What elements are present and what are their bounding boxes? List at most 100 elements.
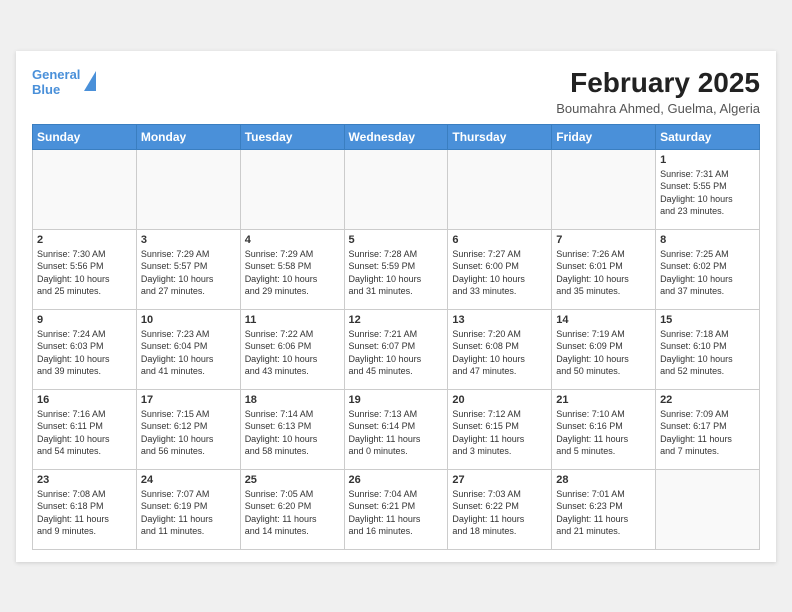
day-cell — [344, 149, 448, 229]
day-cell: 18 Sunrise: 7:14 AM Sunset: 6:13 PM Dayli… — [240, 389, 344, 469]
day-number: 28 — [556, 474, 651, 486]
day-number: 9 — [37, 314, 132, 326]
day-info: Sunrise: 7:25 AM Sunset: 6:02 PM Dayligh… — [660, 248, 755, 298]
day-info: Sunrise: 7:29 AM Sunset: 5:58 PM Dayligh… — [245, 248, 340, 298]
week-row-3: 16Sunrise: 7:16 AM Sunset: 6:11 PM Dayli… — [33, 389, 760, 469]
calendar-subtitle: Boumahra Ahmed, Guelma, Algeria — [556, 101, 760, 116]
day-cell: 28 Sunrise: 7:01 AM Sunset: 6:23 PM Dayli… — [552, 469, 656, 549]
day-cell: 15 Sunrise: 7:18 AM Sunset: 6:10 PM Dayli… — [656, 309, 760, 389]
day-cell: 26 Sunrise: 7:04 AM Sunset: 6:21 PM Dayli… — [344, 469, 448, 549]
day-info: Sunrise: 7:28 AM Sunset: 5:59 PM Dayligh… — [349, 248, 444, 298]
calendar-grid: SundayMondayTuesdayWednesdayThursdayFrid… — [32, 124, 760, 550]
day-cell: 16Sunrise: 7:16 AM Sunset: 6:11 PM Dayli… — [33, 389, 137, 469]
day-info: Sunrise: 7:07 AM Sunset: 6:19 PM Dayligh… — [141, 488, 236, 538]
day-number: 7 — [556, 234, 651, 246]
day-cell: 2 Sunrise: 7:30 AM Sunset: 5:56 PM Daylig… — [33, 229, 137, 309]
day-info: Sunrise: 7:01 AM Sunset: 6:23 PM Dayligh… — [556, 488, 651, 538]
day-info: Sunrise: 7:04 AM Sunset: 6:21 PM Dayligh… — [349, 488, 444, 538]
day-info: Sunrise: 7:31 AM Sunset: 5:55 PM Dayligh… — [660, 168, 755, 218]
day-number: 14 — [556, 314, 651, 326]
day-cell: 23 Sunrise: 7:08 AM Sunset: 6:18 PM Dayli… — [33, 469, 137, 549]
day-cell: 21 Sunrise: 7:10 AM Sunset: 6:16 PM Dayli… — [552, 389, 656, 469]
day-info: Sunrise: 7:14 AM Sunset: 6:13 PM Dayligh… — [245, 408, 340, 458]
day-number: 15 — [660, 314, 755, 326]
weekday-tuesday: Tuesday — [240, 124, 344, 149]
weekday-wednesday: Wednesday — [344, 124, 448, 149]
day-number: 16 — [37, 394, 132, 406]
day-info: Sunrise: 7:03 AM Sunset: 6:22 PM Dayligh… — [452, 488, 547, 538]
week-row-2: 9 Sunrise: 7:24 AM Sunset: 6:03 PM Daylig… — [33, 309, 760, 389]
weekday-header-row: SundayMondayTuesdayWednesdayThursdayFrid… — [33, 124, 760, 149]
weekday-monday: Monday — [136, 124, 240, 149]
weekday-sunday: Sunday — [33, 124, 137, 149]
day-info: Sunrise: 7:18 AM Sunset: 6:10 PM Dayligh… — [660, 328, 755, 378]
day-number: 2 — [37, 234, 132, 246]
day-cell: 4Sunrise: 7:29 AM Sunset: 5:58 PM Daylig… — [240, 229, 344, 309]
logo-text-block: General Blue — [32, 67, 80, 98]
day-cell: 3 Sunrise: 7:29 AM Sunset: 5:57 PM Daylig… — [136, 229, 240, 309]
day-cell: 8 Sunrise: 7:25 AM Sunset: 6:02 PM Daylig… — [656, 229, 760, 309]
logo-text: General — [32, 67, 80, 83]
day-info: Sunrise: 7:23 AM Sunset: 6:04 PM Dayligh… — [141, 328, 236, 378]
day-info: Sunrise: 7:26 AM Sunset: 6:01 PM Dayligh… — [556, 248, 651, 298]
day-info: Sunrise: 7:08 AM Sunset: 6:18 PM Dayligh… — [37, 488, 132, 538]
logo-triangle-icon — [84, 71, 96, 91]
day-number: 8 — [660, 234, 755, 246]
day-number: 19 — [349, 394, 444, 406]
day-cell: 17Sunrise: 7:15 AM Sunset: 6:12 PM Dayli… — [136, 389, 240, 469]
day-cell: 9 Sunrise: 7:24 AM Sunset: 6:03 PM Daylig… — [33, 309, 137, 389]
day-info: Sunrise: 7:05 AM Sunset: 6:20 PM Dayligh… — [245, 488, 340, 538]
day-cell: 10Sunrise: 7:23 AM Sunset: 6:04 PM Dayli… — [136, 309, 240, 389]
day-cell — [33, 149, 137, 229]
day-info: Sunrise: 7:20 AM Sunset: 6:08 PM Dayligh… — [452, 328, 547, 378]
calendar-container: General Blue February 2025 Boumahra Ahme… — [16, 51, 776, 562]
day-number: 24 — [141, 474, 236, 486]
day-info: Sunrise: 7:24 AM Sunset: 6:03 PM Dayligh… — [37, 328, 132, 378]
day-info: Sunrise: 7:30 AM Sunset: 5:56 PM Dayligh… — [37, 248, 132, 298]
day-number: 5 — [349, 234, 444, 246]
day-info: Sunrise: 7:22 AM Sunset: 6:06 PM Dayligh… — [245, 328, 340, 378]
day-number: 25 — [245, 474, 340, 486]
day-cell: 14 Sunrise: 7:19 AM Sunset: 6:09 PM Dayli… — [552, 309, 656, 389]
day-number: 13 — [452, 314, 547, 326]
day-cell: 1 Sunrise: 7:31 AM Sunset: 5:55 PM Daylig… — [656, 149, 760, 229]
day-cell: 27Sunrise: 7:03 AM Sunset: 6:22 PM Dayli… — [448, 469, 552, 549]
day-number: 11 — [245, 314, 340, 326]
day-cell: 11 Sunrise: 7:22 AM Sunset: 6:06 PM Dayli… — [240, 309, 344, 389]
calendar-title: February 2025 — [556, 67, 760, 99]
day-cell: 25 Sunrise: 7:05 AM Sunset: 6:20 PM Dayli… — [240, 469, 344, 549]
day-cell: 7 Sunrise: 7:26 AM Sunset: 6:01 PM Daylig… — [552, 229, 656, 309]
day-info: Sunrise: 7:27 AM Sunset: 6:00 PM Dayligh… — [452, 248, 547, 298]
day-cell: 19 Sunrise: 7:13 AM Sunset: 6:14 PM Dayli… — [344, 389, 448, 469]
day-info: Sunrise: 7:12 AM Sunset: 6:15 PM Dayligh… — [452, 408, 547, 458]
day-cell — [448, 149, 552, 229]
day-info: Sunrise: 7:13 AM Sunset: 6:14 PM Dayligh… — [349, 408, 444, 458]
weekday-saturday: Saturday — [656, 124, 760, 149]
day-number: 26 — [349, 474, 444, 486]
header-row: General Blue February 2025 Boumahra Ahme… — [32, 67, 760, 116]
logo: General Blue — [32, 67, 96, 98]
logo-general: General — [32, 67, 80, 82]
day-info: Sunrise: 7:29 AM Sunset: 5:57 PM Dayligh… — [141, 248, 236, 298]
day-cell — [136, 149, 240, 229]
day-number: 17 — [141, 394, 236, 406]
weekday-thursday: Thursday — [448, 124, 552, 149]
logo-blue: Blue — [32, 82, 80, 98]
week-row-4: 23 Sunrise: 7:08 AM Sunset: 6:18 PM Dayli… — [33, 469, 760, 549]
day-info: Sunrise: 7:10 AM Sunset: 6:16 PM Dayligh… — [556, 408, 651, 458]
day-info: Sunrise: 7:19 AM Sunset: 6:09 PM Dayligh… — [556, 328, 651, 378]
day-cell — [240, 149, 344, 229]
day-number: 23 — [37, 474, 132, 486]
day-number: 1 — [660, 154, 755, 166]
day-info: Sunrise: 7:09 AM Sunset: 6:17 PM Dayligh… — [660, 408, 755, 458]
day-number: 18 — [245, 394, 340, 406]
day-info: Sunrise: 7:21 AM Sunset: 6:07 PM Dayligh… — [349, 328, 444, 378]
day-cell: 13 Sunrise: 7:20 AM Sunset: 6:08 PM Dayli… — [448, 309, 552, 389]
week-row-1: 2 Sunrise: 7:30 AM Sunset: 5:56 PM Daylig… — [33, 229, 760, 309]
week-row-0: 1 Sunrise: 7:31 AM Sunset: 5:55 PM Daylig… — [33, 149, 760, 229]
day-number: 21 — [556, 394, 651, 406]
day-number: 20 — [452, 394, 547, 406]
day-cell: 22Sunrise: 7:09 AM Sunset: 6:17 PM Dayli… — [656, 389, 760, 469]
day-number: 3 — [141, 234, 236, 246]
day-cell: 20 Sunrise: 7:12 AM Sunset: 6:15 PM Dayli… — [448, 389, 552, 469]
